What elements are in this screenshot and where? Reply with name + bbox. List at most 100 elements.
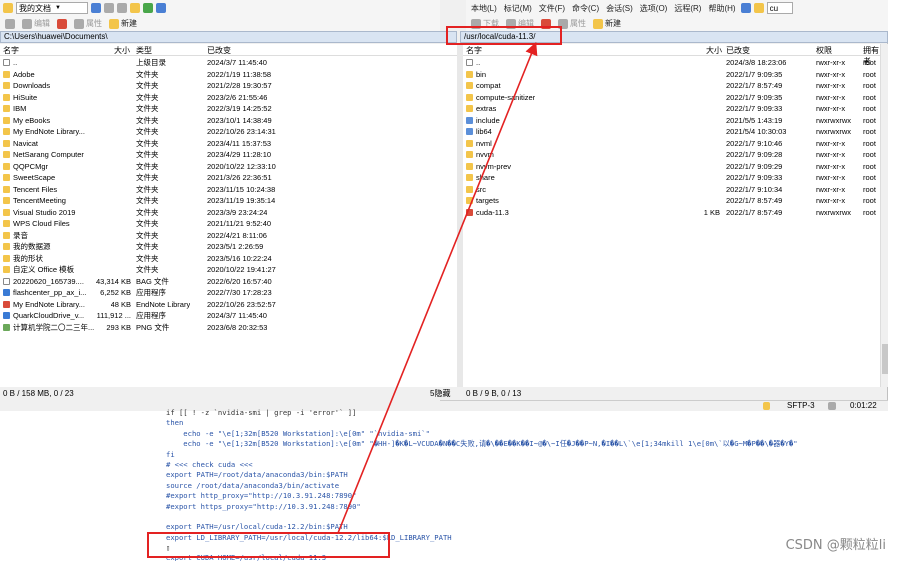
remote-file-row[interactable]: share 2022/1/7 9:09:33 rwxr-xr-x root <box>463 172 880 184</box>
refresh-icon[interactable] <box>143 3 153 13</box>
left-path-bar[interactable]: C:\Users\huawei\Documents\ <box>0 31 457 43</box>
right-status: 0 B / 9 B, 0 / 13 <box>466 388 766 399</box>
folder-icon <box>3 174 10 181</box>
file-name: TencentMeeting <box>13 196 66 205</box>
remote-file-row[interactable]: targets 2022/1/7 8:57:49 rwxr-xr-x root <box>463 195 880 207</box>
filter-icon[interactable] <box>91 3 101 13</box>
menu-mark[interactable]: 标记(M) <box>502 2 534 15</box>
file-type: 文件夹 <box>136 115 159 125</box>
file-type: 应用程序 <box>136 311 166 320</box>
remote-file-row[interactable]: src 2022/1/7 9:10:34 rwxr-xr-x root <box>463 184 880 196</box>
file-row[interactable]: 20220620_165739.... 43,314 KB BAG 文件 2022/6… <box>0 276 457 288</box>
nav-icon[interactable] <box>740 3 751 13</box>
menu-session[interactable]: 会话(S) <box>604 2 635 15</box>
up-icon <box>466 59 473 66</box>
file-row[interactable]: Downloads 文件夹 2021/2/28 19:30:57 <box>0 80 457 92</box>
col-name[interactable]: 名字 <box>466 45 482 56</box>
remote-file-row[interactable]: bin 2022/1/7 9:09:35 rwxr-xr-x root <box>463 69 880 81</box>
parent-folder-icon[interactable] <box>130 3 140 13</box>
left-edit-button[interactable]: 编辑 <box>20 17 52 30</box>
pdf-icon <box>466 208 473 216</box>
file-row[interactable]: 我的数据源 文件夹 2023/5/1 2:26:59 <box>0 241 457 253</box>
left-location-dropdown[interactable]: 我的文档 ▼ <box>16 2 88 14</box>
col-size[interactable]: 大小 <box>114 45 130 56</box>
remote-file-row[interactable]: nvml 2022/1/7 9:10:46 rwxr-xr-x root <box>463 138 880 150</box>
menu-options[interactable]: 选项(O) <box>638 2 670 15</box>
folder-icon <box>3 82 10 89</box>
left-properties-button[interactable]: 属性 <box>72 17 104 30</box>
file-type: 文件夹 <box>136 127 159 136</box>
back-icon[interactable] <box>104 3 114 13</box>
menu-remote[interactable]: 远程(R) <box>672 2 703 15</box>
file-name: bin <box>476 69 487 79</box>
folder-icon <box>3 185 10 193</box>
menu-help[interactable]: 帮助(H) <box>706 2 737 15</box>
home-icon[interactable] <box>156 3 166 13</box>
file-row[interactable]: 计算机学院二〇二三年... 293 KB PNG 文件 2023/6/8 20:32:… <box>0 322 457 334</box>
left-file-list[interactable]: 名字 大小 类型 已改变 .. 上级目录 2024/3/7 11:45:40 Adob… <box>0 44 457 387</box>
col-name[interactable]: 名字 <box>3 45 19 56</box>
file-row[interactable]: QuarkCloudDrive_v... 111,912 ... 应用程序 2024/… <box>0 310 457 322</box>
folder-icon <box>466 139 473 147</box>
remote-file-row[interactable]: nvvm 2022/1/7 9:09:28 rwxr-xr-x root <box>463 149 880 161</box>
file-row[interactable]: TencentMeeting 文件夹 2023/11/19 19:35:14 <box>0 195 457 207</box>
remote-file-row[interactable]: compute-sanitizer 2022/1/7 9:09:35 rwxr-xr… <box>463 92 880 104</box>
right-location-dropdown[interactable]: cu <box>766 2 793 14</box>
menu-file[interactable]: 文件(F) <box>537 2 567 15</box>
file-row[interactable]: My EndNote Library... 48 KB EndNote Librar… <box>0 299 457 311</box>
remote-file-row[interactable]: nvvm-prev 2022/1/7 9:09:29 rwxr-xr-x root <box>463 161 880 173</box>
file-row[interactable]: WPS Cloud Files 文件夹 2021/11/21 9:52:40 <box>0 218 457 230</box>
file-row[interactable]: 自定义 Office 模板 文件夹 2020/10/22 19:41:27 <box>0 264 457 276</box>
remote-file-row[interactable]: compat 2022/1/7 8:57:49 rwxr-xr-x root <box>463 80 880 92</box>
file-row[interactable]: NetSarang Computer 文件夹 2023/4/29 11:28:10 <box>0 149 457 161</box>
scrollbar-thumb[interactable] <box>882 344 888 374</box>
col-modified[interactable]: 已改变 <box>207 45 231 56</box>
left-upload-button[interactable] <box>3 17 17 30</box>
app-icon <box>3 312 10 319</box>
file-row[interactable]: My EndNote Library... 文件夹 2022/10/26 23:14… <box>0 126 457 138</box>
right-scrollbar[interactable] <box>880 44 888 387</box>
menu-command[interactable]: 命令(C) <box>570 2 601 15</box>
file-row[interactable]: Adobe 文件夹 2022/1/19 11:38:58 <box>0 69 457 81</box>
col-type[interactable]: 类型 <box>136 45 152 56</box>
menu-local[interactable]: 本地(L) <box>469 2 499 15</box>
remote-file-row[interactable]: extras 2022/1/7 9:09:33 rwxr-xr-x root <box>463 103 880 115</box>
file-row[interactable]: QQPCMgr 文件夹 2020/10/22 12:33:10 <box>0 161 457 173</box>
file-row[interactable]: SweetScape 文件夹 2021/3/26 22:36:51 <box>0 172 457 184</box>
remote-file-row[interactable]: .. 2024/3/8 18:23:06 rwxr-xr-x root <box>463 57 880 69</box>
file-type: PNG 文件 <box>136 322 170 332</box>
file-type: 文件夹 <box>136 104 159 113</box>
file-row[interactable]: IBM 文件夹 2022/3/19 14:25:52 <box>0 103 457 115</box>
file-row[interactable]: HiSuite 文件夹 2023/2/6 21:55:46 <box>0 92 457 104</box>
left-delete-button[interactable] <box>55 17 69 30</box>
right-new-button[interactable]: 新建 <box>591 17 623 30</box>
file-type: 文件夹 <box>136 184 159 194</box>
left-new-button[interactable]: 新建 <box>107 17 139 30</box>
file-row[interactable]: 我的形状 文件夹 2023/5/16 10:22:24 <box>0 253 457 265</box>
file-row[interactable]: Visual Studio 2019 文件夹 2023/3/9 23:24:24 <box>0 207 457 219</box>
col-modified[interactable]: 已改变 <box>726 45 750 56</box>
right-file-list[interactable]: 名字 大小 已改变 权限 拥有者 .. 2024/3/8 18:23:06 rwxr… <box>463 44 880 387</box>
col-permissions[interactable]: 权限 <box>816 45 832 56</box>
file-row[interactable]: Navicat 文件夹 2023/4/11 15:37:53 <box>0 138 457 150</box>
col-size[interactable]: 大小 <box>706 45 722 56</box>
file-modified: 2021/5/5 1:43:19 <box>726 115 783 125</box>
file-row[interactable]: Tencent Files 文件夹 2023/11/15 10:24:38 <box>0 184 457 196</box>
remote-file-row[interactable]: cuda-11.3 1 KB 2022/1/7 8:57:49 rwxrwxrwx ro… <box>463 207 880 219</box>
file-modified: 2022/1/7 8:57:49 <box>726 196 783 205</box>
file-row[interactable]: .. 上级目录 2024/3/7 11:45:40 <box>0 57 457 69</box>
remote-file-row[interactable]: lib64 2021/5/4 10:30:03 rwxrwxrwx root <box>463 126 880 138</box>
file-type: 文件夹 <box>136 207 159 217</box>
file-row[interactable]: 录音 文件夹 2022/4/21 8:11:06 <box>0 230 457 242</box>
forward-icon[interactable] <box>117 3 127 13</box>
file-modified: 2022/1/7 9:09:28 <box>726 150 783 159</box>
folder-icon[interactable] <box>753 3 764 13</box>
file-modified: 2022/1/7 8:57:49 <box>726 81 783 90</box>
remote-file-row[interactable]: include 2021/5/5 1:43:19 rwxrwxrwx root <box>463 115 880 127</box>
file-row[interactable]: My eBooks 文件夹 2023/10/1 14:38:49 <box>0 115 457 127</box>
file-owner: root <box>863 150 876 159</box>
file-row[interactable]: flashcenter_pp_ax_i... 6,252 KB 应用程序 2022/7… <box>0 287 457 299</box>
file-type: 文件夹 <box>136 81 159 90</box>
file-name: Tencent Files <box>13 184 58 194</box>
